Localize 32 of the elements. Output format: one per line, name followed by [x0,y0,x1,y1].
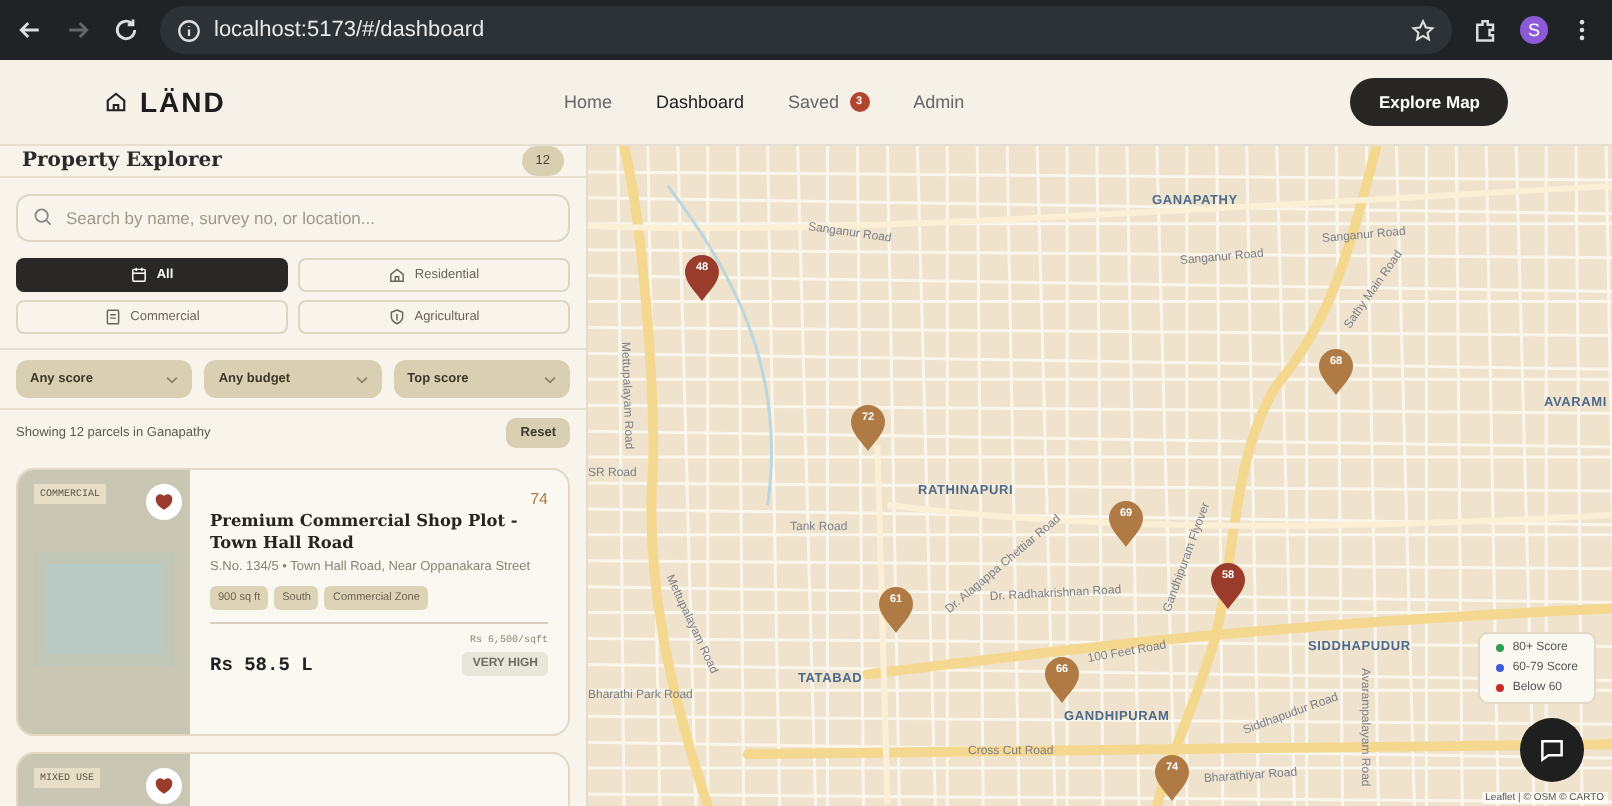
nav-link[interactable]: Home [564,92,613,112]
house-icon [104,90,128,114]
brand-logo-text[interactable]: LÄND [140,86,226,118]
search-field[interactable]: Search by name, survey no, or location... [16,194,570,242]
heart-icon [154,492,174,512]
calendar-icon [130,266,149,284]
score-value: 74 [530,490,548,508]
save-favorite-button[interactable] [146,768,182,804]
chat-bubble-icon [1538,736,1566,764]
document-icon [104,308,123,326]
profile-avatar[interactable]: S [1520,16,1548,44]
back-icon[interactable] [16,16,44,44]
chevron-down-icon [166,375,179,383]
nav-link[interactable]: Dashboard [656,92,745,112]
house-icon [388,266,407,284]
save-favorite-button[interactable] [146,484,182,520]
info-icon[interactable] [176,17,202,43]
shield-icon [388,308,407,326]
panel-title: Property Explorer [22,150,222,172]
extensions-icon[interactable] [1472,16,1500,44]
nav-link[interactable]: Admin [913,92,965,112]
address-bar[interactable]: localhost:5173/#/dashboard [160,6,1452,54]
reload-icon[interactable] [112,16,140,44]
chevron-down-icon [543,375,556,383]
chevron-down-icon [355,375,368,383]
search-icon [32,206,54,228]
price-text: Rs 58.5 L [210,654,313,677]
heart-icon [154,776,174,796]
url-text: localhost:5173/#/dashboard [214,18,487,42]
explore-map-button[interactable]: Explore Map [1350,78,1508,126]
bookmark-star-icon[interactable] [1410,17,1436,43]
property-title: Premium Commercial Shop Plot - Town Hall Road [210,510,520,553]
